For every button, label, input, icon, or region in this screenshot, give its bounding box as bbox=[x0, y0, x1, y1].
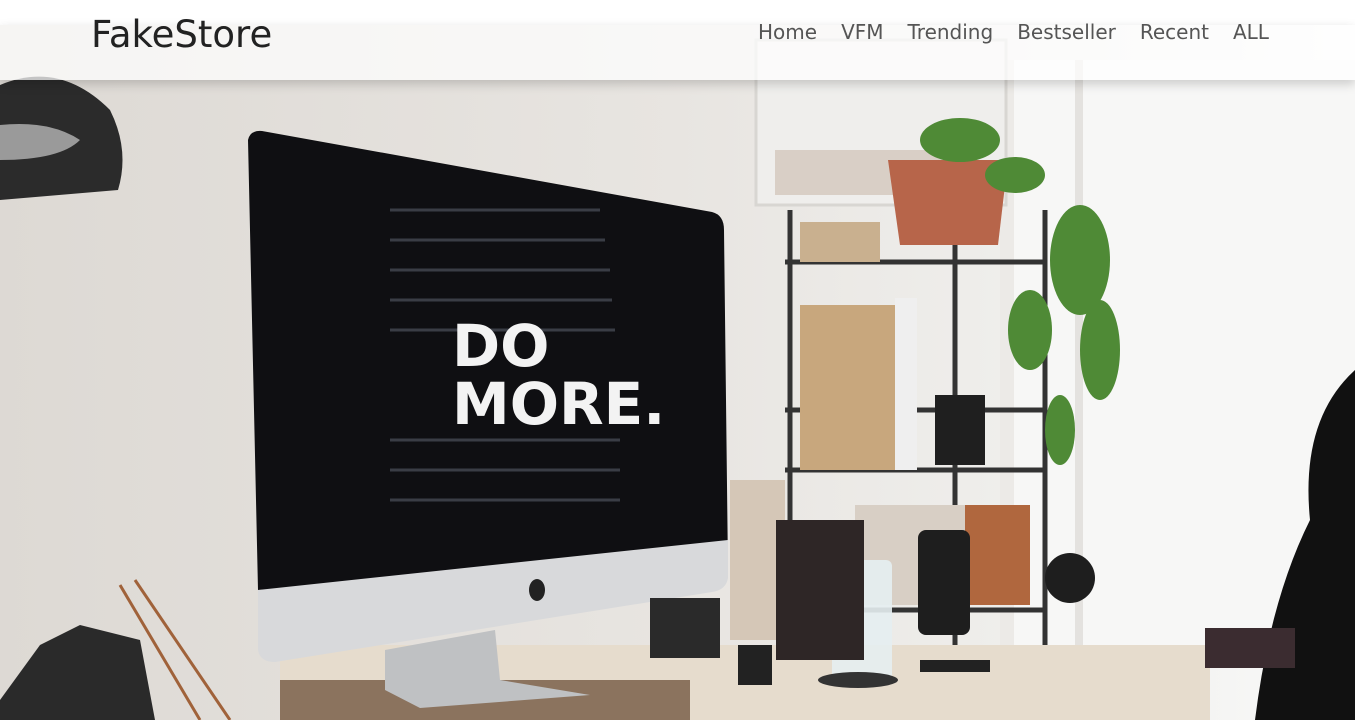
nav-link-all[interactable]: ALL bbox=[1233, 19, 1269, 45]
nav-link-home[interactable]: Home bbox=[758, 19, 817, 45]
top-navbar: FakeStore Home VFM Trending Bestseller R… bbox=[0, 0, 1355, 80]
nav-link-vfm[interactable]: VFM bbox=[841, 19, 883, 45]
nav-link-recent[interactable]: Recent bbox=[1140, 19, 1209, 45]
brand-logo[interactable]: FakeStore bbox=[91, 14, 272, 56]
nav-links: Home VFM Trending Bestseller Recent ALL bbox=[758, 19, 1269, 45]
hero-image: DO MORE. bbox=[0, 38, 1355, 720]
hero-banner: DO MORE. bbox=[0, 0, 1355, 720]
nav-link-bestseller[interactable]: Bestseller bbox=[1017, 19, 1116, 45]
nav-link-trending[interactable]: Trending bbox=[908, 19, 994, 45]
screen-text-more: MORE. bbox=[452, 370, 665, 438]
